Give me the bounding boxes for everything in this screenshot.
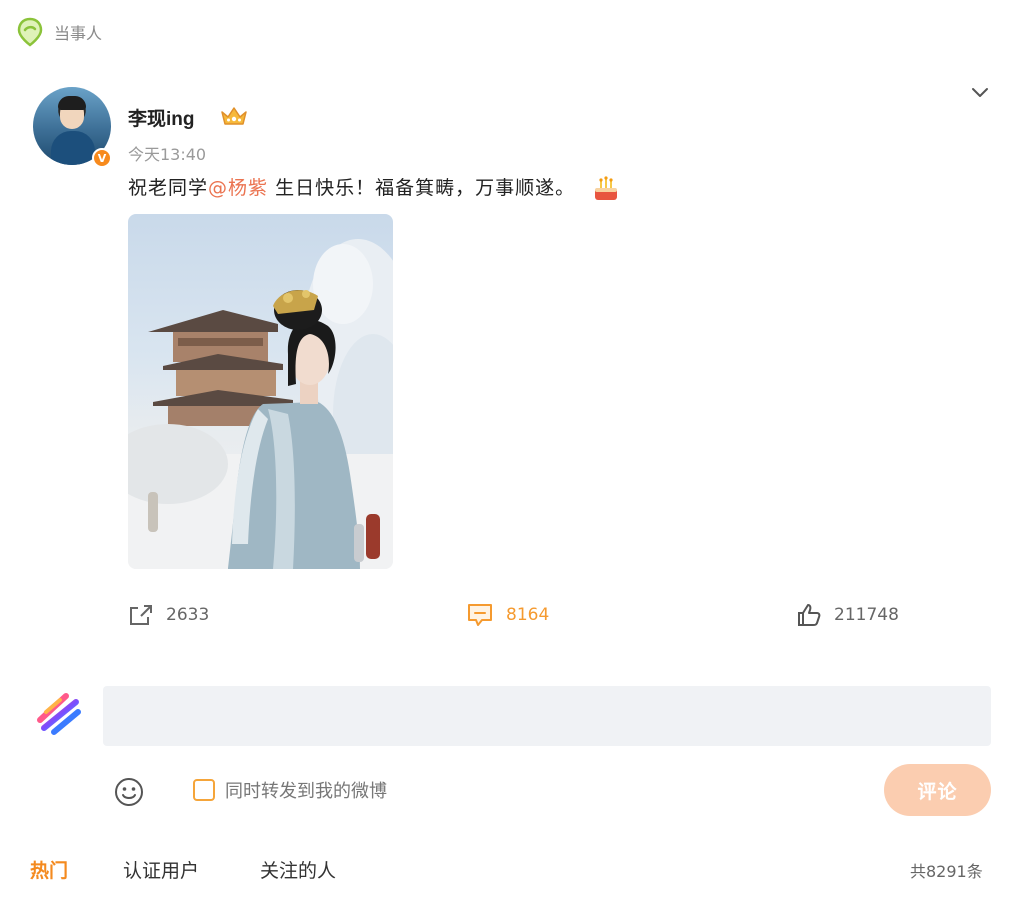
post-text-suffix: 生日快乐！福备箕畴，万事顺遂。	[268, 177, 576, 199]
post-photo[interactable]	[128, 214, 393, 569]
topic-tag-label: 当事人	[54, 24, 103, 43]
composer-avatar-icon	[37, 693, 81, 735]
comment-input[interactable]	[103, 686, 991, 746]
comment-icon	[468, 604, 492, 626]
like-action[interactable]: 211748	[796, 600, 899, 630]
crown-icon[interactable]	[219, 104, 249, 128]
emoji-icon[interactable]	[113, 776, 145, 808]
checkbox-box[interactable]	[193, 779, 215, 801]
share-icon	[130, 605, 152, 625]
post-time[interactable]: 今天13:40	[128, 141, 206, 165]
tab-following[interactable]: 关注的人	[260, 856, 336, 883]
comment-count: 8164	[506, 605, 550, 625]
birthday-cake-icon	[595, 175, 618, 200]
repost-checkbox[interactable]: 同时转发到我的微博	[193, 777, 387, 803]
thumbs-up-icon	[798, 604, 821, 626]
mention-link[interactable]: @杨紫	[208, 177, 268, 199]
comment-action[interactable]: 8164	[466, 600, 549, 630]
chevron-down-icon[interactable]	[968, 80, 992, 104]
total-comment-count: 共8291条	[910, 862, 983, 881]
verified-badge: V	[92, 148, 112, 168]
author-name[interactable]: 李现ing	[128, 104, 195, 131]
tab-hot[interactable]: 热门	[30, 856, 68, 883]
photo-illustration	[128, 239, 393, 569]
repost-label: 同时转发到我的微博	[225, 781, 387, 802]
share-count: 2633	[166, 605, 210, 625]
topic-tag[interactable]: 当事人	[16, 16, 102, 48]
tab-verified-users[interactable]: 认证用户	[123, 856, 199, 883]
post-text-prefix: 祝老同学	[128, 177, 209, 199]
location-pin-icon	[17, 17, 43, 47]
like-count: 211748	[834, 605, 899, 625]
share-action[interactable]: 2633	[128, 600, 209, 630]
post-text: 祝老同学@杨紫 生日快乐！福备箕畴，万事顺遂。	[128, 173, 620, 202]
submit-comment-button[interactable]: 评论	[884, 764, 991, 816]
